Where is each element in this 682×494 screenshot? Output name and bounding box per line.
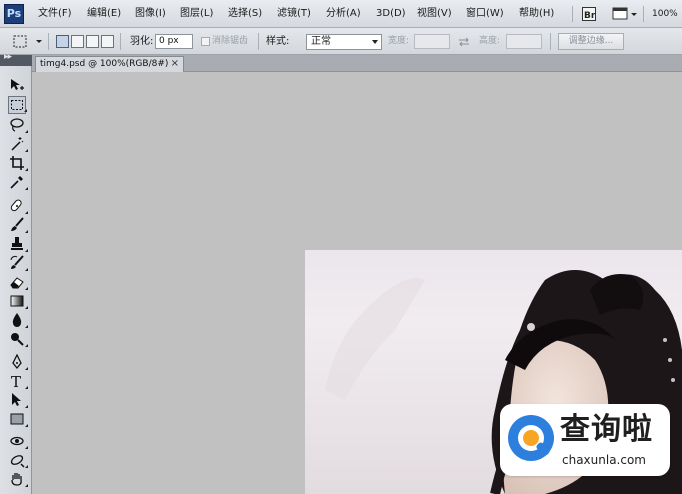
dodge-icon[interactable] [8, 330, 28, 348]
document-tab-bar: timg4.psd @ 100%(RGB/8#) × [32, 55, 682, 72]
pen-icon[interactable] [8, 353, 28, 371]
rectangle-shape-icon[interactable] [8, 410, 28, 428]
style-select-value: 正常 [311, 36, 331, 47]
blur-icon[interactable] [8, 311, 28, 329]
type-icon[interactable]: T [8, 372, 28, 390]
width-label: 宽度: [388, 36, 410, 46]
subtract-from-selection-button[interactable] [86, 35, 99, 48]
rectangular-marquee-icon[interactable] [8, 96, 27, 114]
style-label: 样式: [266, 36, 290, 47]
hand-icon[interactable] [8, 470, 28, 488]
history-brush-icon[interactable] [8, 254, 28, 272]
bridge-icon[interactable]: Br [582, 7, 596, 21]
options-bar: 羽化: 0 px 消除锯齿 样式: 正常 宽度: 高度: 调整边缘... [0, 28, 682, 55]
brush-icon[interactable] [8, 216, 28, 234]
options-divider [48, 33, 49, 50]
feather-label: 羽化: [130, 36, 154, 47]
tools-panel-grip[interactable]: ▸▸ [0, 52, 32, 66]
menu-edit[interactable]: 编辑(E) [87, 0, 121, 28]
swap-arrows-icon[interactable] [458, 37, 470, 47]
options-divider [120, 33, 121, 50]
feather-input[interactable]: 0 px [155, 34, 193, 49]
screen-mode-icon[interactable] [612, 7, 628, 21]
watermark-title: 查询啦 [560, 412, 653, 447]
menu-window[interactable]: 窗口(W) [466, 0, 504, 28]
antialias-checkbox[interactable] [201, 37, 210, 46]
width-input[interactable] [414, 34, 450, 49]
menu-analysis[interactable]: 分析(A) [326, 0, 361, 28]
eyedropper-icon[interactable] [8, 173, 28, 191]
chevron-down-icon[interactable] [630, 7, 638, 21]
antialias-label: 消除锯齿 [212, 36, 249, 46]
menu-layer[interactable]: 图层(L) [180, 0, 213, 28]
magic-wand-icon[interactable] [8, 135, 28, 153]
menu-select[interactable]: 选择(S) [228, 0, 262, 28]
svg-text:T: T [11, 373, 21, 389]
options-divider [550, 33, 551, 50]
menu-image[interactable]: 图像(I) [135, 0, 166, 28]
refine-edge-button[interactable]: 调整边缘... [558, 33, 624, 50]
spot-healing-brush-icon[interactable] [8, 197, 28, 215]
height-input[interactable] [506, 34, 542, 49]
document-tab[interactable]: timg4.psd @ 100%(RGB/8#) × [35, 56, 184, 72]
intersect-selection-button[interactable] [101, 35, 114, 48]
gradient-icon[interactable] [8, 292, 28, 310]
height-label: 高度: [479, 36, 501, 46]
crop-icon[interactable] [8, 154, 28, 172]
chevron-down-icon [372, 40, 378, 44]
add-to-selection-button[interactable] [71, 35, 84, 48]
zoom-level[interactable]: 100% [652, 0, 678, 28]
menu-help[interactable]: 帮助(H) [519, 0, 554, 28]
menu-filter[interactable]: 滤镜(T) [277, 0, 311, 28]
new-selection-button[interactable] [56, 35, 69, 48]
menu-file[interactable]: 文件(F) [38, 0, 72, 28]
path-selection-icon[interactable] [8, 391, 28, 409]
style-select[interactable]: 正常 [306, 34, 382, 50]
document-tab-label: timg4.psd @ 100%(RGB/8#) [40, 59, 169, 69]
menubar-divider [643, 6, 644, 22]
close-icon[interactable]: × [171, 57, 179, 71]
clone-stamp-icon[interactable] [8, 235, 28, 253]
svg-text:Br: Br [584, 11, 595, 20]
menubar-divider [572, 6, 573, 22]
search-logo-icon [508, 415, 554, 461]
watermark-badge: 查询啦 chaxunla.com [500, 404, 670, 476]
eraser-icon[interactable] [8, 273, 28, 291]
3d-orbit-icon[interactable] [8, 451, 28, 469]
marquee-preset-icon[interactable] [13, 35, 27, 48]
options-divider [258, 33, 259, 50]
tools-panel: ▸▸ T [0, 52, 32, 494]
3d-rotate-icon[interactable] [8, 432, 28, 450]
menu-3d[interactable]: 3D(D) [376, 0, 406, 28]
preset-dropdown-icon[interactable] [35, 35, 43, 48]
menu-bar: Ps 文件(F) 编辑(E) 图像(I) 图层(L) 选择(S) 滤镜(T) 分… [0, 0, 682, 28]
photoshop-logo[interactable]: Ps [4, 4, 24, 24]
move-tool-icon[interactable] [8, 77, 26, 95]
menu-view[interactable]: 视图(V) [417, 0, 452, 28]
lasso-icon[interactable] [8, 116, 28, 134]
watermark-url: chaxunla.com [562, 453, 646, 467]
